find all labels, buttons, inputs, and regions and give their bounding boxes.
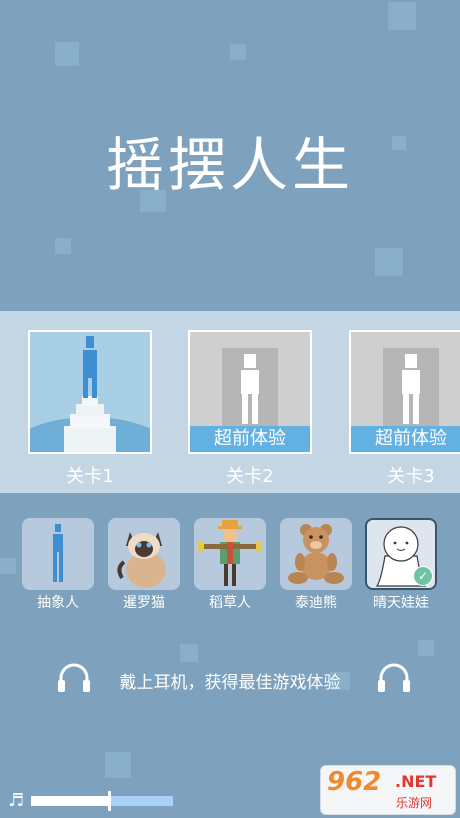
character-abstract[interactable]: 抽象人 bbox=[22, 518, 94, 612]
level-1-label: 关卡1 bbox=[66, 466, 114, 487]
early-access-badge: 超前体验 bbox=[351, 426, 460, 452]
volume-slider[interactable] bbox=[31, 791, 173, 811]
bg-square bbox=[230, 44, 246, 60]
headphones-icon bbox=[378, 663, 410, 692]
level-2-label: 关卡2 bbox=[226, 466, 274, 487]
level-1-thumbnail[interactable] bbox=[28, 330, 152, 454]
bg-square bbox=[55, 238, 71, 254]
character-label: 抽象人 bbox=[37, 595, 79, 611]
watermark-net: .NET bbox=[395, 772, 437, 791]
level-3-label: 关卡3 bbox=[387, 466, 435, 487]
volume-slider-handle[interactable] bbox=[108, 791, 112, 811]
early-access-badge: 超前体验 bbox=[190, 426, 310, 452]
abstract-figure-icon bbox=[53, 524, 63, 582]
character-teru-teru-bozu[interactable]: ✓ 晴天娃娃 bbox=[365, 518, 437, 612]
level-1[interactable]: 关卡1 bbox=[28, 330, 152, 488]
character-siamese-cat-card[interactable] bbox=[108, 518, 180, 590]
bg-square bbox=[388, 2, 416, 30]
bg-square bbox=[55, 42, 79, 66]
bg-square bbox=[418, 640, 434, 656]
game-title: 摇摆人生 bbox=[105, 131, 354, 199]
selected-check-icon: ✓ bbox=[413, 566, 433, 586]
scarecrow-icon bbox=[198, 520, 262, 586]
character-label: 泰迪熊 bbox=[295, 595, 337, 611]
character-abstract-card[interactable] bbox=[22, 518, 94, 590]
level-3-thumbnail[interactable]: 超前体验 bbox=[349, 330, 460, 454]
character-teru-teru-bozu-card[interactable]: ✓ bbox=[365, 518, 437, 590]
teddy-bear-icon bbox=[288, 524, 344, 584]
siamese-cat-icon bbox=[117, 532, 166, 588]
character-label: 暹罗猫 bbox=[123, 595, 165, 611]
watermark-site: 乐游网 bbox=[396, 796, 433, 810]
watermark-number: 962 bbox=[327, 767, 382, 797]
character-label: 晴天娃娃 bbox=[373, 595, 429, 611]
character-scarecrow[interactable]: 稻草人 bbox=[194, 518, 266, 612]
character-siamese-cat[interactable]: 暹罗猫 bbox=[108, 518, 180, 612]
level-2-thumbnail[interactable]: 超前体验 bbox=[188, 330, 312, 454]
character-scarecrow-card[interactable] bbox=[194, 518, 266, 590]
character-teddy-bear[interactable]: 泰迪熊 bbox=[280, 518, 352, 612]
volume-slider-fill bbox=[31, 796, 110, 806]
music-note-icon: ♬ bbox=[8, 790, 25, 811]
level-2[interactable]: 超前体验 关卡2 bbox=[188, 330, 312, 488]
bg-square bbox=[105, 752, 131, 778]
character-label: 稻草人 bbox=[209, 595, 251, 611]
bg-square bbox=[375, 248, 403, 276]
character-teddy-bear-card[interactable] bbox=[280, 518, 352, 590]
bg-square bbox=[180, 644, 198, 662]
site-watermark-logo: 962 .NET 乐游网 bbox=[320, 765, 456, 815]
level-3[interactable]: 超前体验 关卡3 bbox=[349, 330, 460, 488]
staircase-figure-icon bbox=[30, 336, 150, 452]
bg-square bbox=[0, 558, 16, 574]
